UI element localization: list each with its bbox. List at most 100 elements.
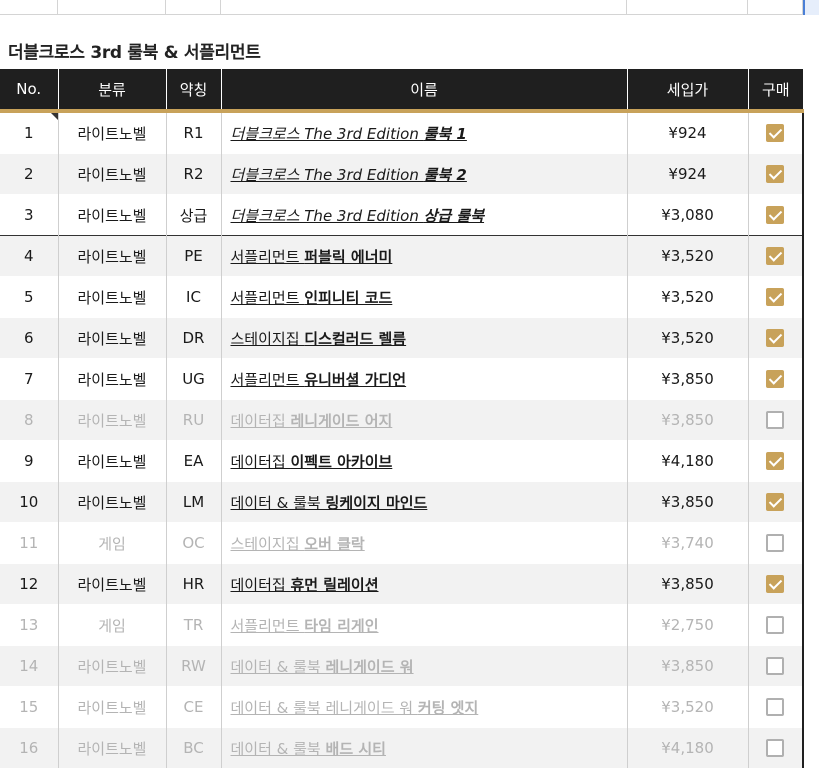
row-abbr[interactable]: R2 [165,153,221,195]
row-name-link[interactable]: 데이터집 휴먼 릴레이션 [220,563,627,605]
row-price[interactable]: ¥924 [626,153,748,195]
row-price[interactable]: ¥3,850 [626,399,748,441]
row-name-link[interactable]: 데이터 & 룰북 링케이지 마인드 [220,481,627,523]
row-price[interactable]: ¥3,740 [626,522,748,564]
row-category[interactable]: 라이트노벨 [57,276,166,318]
row-price[interactable]: ¥3,850 [626,481,748,523]
row-purchase-cell[interactable] [747,399,804,441]
row-price[interactable]: ¥2,750 [626,604,748,646]
header-category[interactable]: 분류 [57,69,166,113]
row-number[interactable]: 6 [0,317,58,359]
row-purchase-cell[interactable] [747,358,804,400]
row-purchase-cell[interactable] [747,522,804,564]
row-name-link[interactable]: 데이터집 레니게이드 어지 [220,399,627,441]
row-number[interactable]: 11 [0,522,58,564]
row-purchase-cell[interactable] [747,194,804,236]
row-abbr[interactable]: OC [165,522,221,564]
row-price[interactable]: ¥3,520 [626,317,748,359]
row-abbr[interactable]: CE [165,686,221,728]
row-category[interactable]: 라이트노벨 [57,399,166,441]
row-category[interactable]: 라이트노벨 [57,110,166,154]
row-name-link[interactable]: 데이터 & 룰북 레니게이드 워 커팅 엣지 [220,686,627,728]
header-no[interactable]: No. [0,69,58,113]
row-name-link[interactable]: 서플리먼트 퍼블릭 에너미 [220,235,627,277]
row-abbr[interactable]: PE [165,235,221,277]
row-number[interactable]: 10 [0,481,58,523]
row-category[interactable]: 라이트노벨 [57,481,166,523]
row-purchase-cell[interactable] [747,317,804,359]
row-purchase-cell[interactable] [747,110,804,154]
purchase-checkbox[interactable] [766,124,785,143]
row-number[interactable]: 7 [0,358,58,400]
purchase-checkbox[interactable] [766,452,785,471]
row-name-link[interactable]: 더블크로스 The 3rd Edition 룰북 2 [220,153,627,195]
row-number[interactable]: 4 [0,235,58,277]
row-category[interactable]: 라이트노벨 [57,686,166,728]
purchase-checkbox[interactable] [766,616,785,635]
cell[interactable] [627,0,748,15]
row-category[interactable]: 라이트노벨 [57,235,166,277]
row-category[interactable]: 게임 [57,604,166,646]
row-number[interactable]: 1 [0,110,58,154]
row-price[interactable]: ¥3,850 [626,563,748,605]
row-name-link[interactable]: 서플리먼트 타임 리게인 [220,604,627,646]
row-purchase-cell[interactable] [747,604,804,646]
purchase-checkbox[interactable] [766,206,785,225]
row-number[interactable]: 3 [0,194,58,236]
purchase-checkbox[interactable] [766,657,785,676]
row-name-link[interactable]: 더블크로스 The 3rd Edition 상급 룰북 [220,194,627,236]
row-abbr[interactable]: RW [165,645,221,687]
row-purchase-cell[interactable] [747,481,804,523]
row-category[interactable]: 게임 [57,522,166,564]
cell[interactable] [58,0,166,15]
row-name-link[interactable]: 더블크로스 The 3rd Edition 룰북 1 [220,110,627,154]
row-name-link[interactable]: 서플리먼트 유니버셜 가디언 [220,358,627,400]
purchase-checkbox[interactable] [766,165,785,184]
purchase-checkbox[interactable] [766,493,785,512]
header-abbr[interactable]: 약칭 [165,69,221,113]
cell[interactable] [221,0,627,15]
row-price[interactable]: ¥3,080 [626,194,748,236]
purchase-checkbox[interactable] [766,329,785,348]
header-name[interactable]: 이름 [220,69,627,113]
row-abbr[interactable]: R1 [165,110,221,154]
row-name-link[interactable]: 서플리먼트 인피니티 코드 [220,276,627,318]
row-number[interactable]: 13 [0,604,58,646]
row-number[interactable]: 9 [0,440,58,482]
row-name-link[interactable]: 스테이지집 디스컬러드 렐름 [220,317,627,359]
row-category[interactable]: 라이트노벨 [57,317,166,359]
row-price[interactable]: ¥4,180 [626,440,748,482]
row-abbr[interactable]: BC [165,727,221,768]
row-category[interactable]: 라이트노벨 [57,440,166,482]
purchase-checkbox[interactable] [766,534,785,553]
row-number[interactable]: 15 [0,686,58,728]
row-category[interactable]: 라이트노벨 [57,727,166,768]
row-price[interactable]: ¥924 [626,110,748,154]
row-abbr[interactable]: LM [165,481,221,523]
row-price[interactable]: ¥3,520 [626,235,748,277]
purchase-checkbox[interactable] [766,247,785,266]
purchase-checkbox[interactable] [766,411,785,430]
purchase-checkbox[interactable] [766,739,785,758]
row-purchase-cell[interactable] [747,235,804,277]
row-price[interactable]: ¥3,850 [626,645,748,687]
row-abbr[interactable]: TR [165,604,221,646]
row-purchase-cell[interactable] [747,563,804,605]
purchase-checkbox[interactable] [766,698,785,717]
header-purchase[interactable]: 구매 [747,69,803,113]
header-price[interactable]: 세입가 [626,69,748,113]
row-price[interactable]: ¥3,520 [626,686,748,728]
row-abbr[interactable]: HR [165,563,221,605]
row-abbr[interactable]: 상급 [165,194,221,236]
selected-cell[interactable] [803,0,819,15]
row-number[interactable]: 12 [0,563,58,605]
purchase-checkbox[interactable] [766,370,785,389]
row-purchase-cell[interactable] [747,645,804,687]
cell[interactable] [166,0,221,15]
row-category[interactable]: 라이트노벨 [57,563,166,605]
row-abbr[interactable]: UG [165,358,221,400]
row-price[interactable]: ¥3,520 [626,276,748,318]
row-category[interactable]: 라이트노벨 [57,645,166,687]
row-category[interactable]: 라이트노벨 [57,358,166,400]
row-abbr[interactable]: EA [165,440,221,482]
